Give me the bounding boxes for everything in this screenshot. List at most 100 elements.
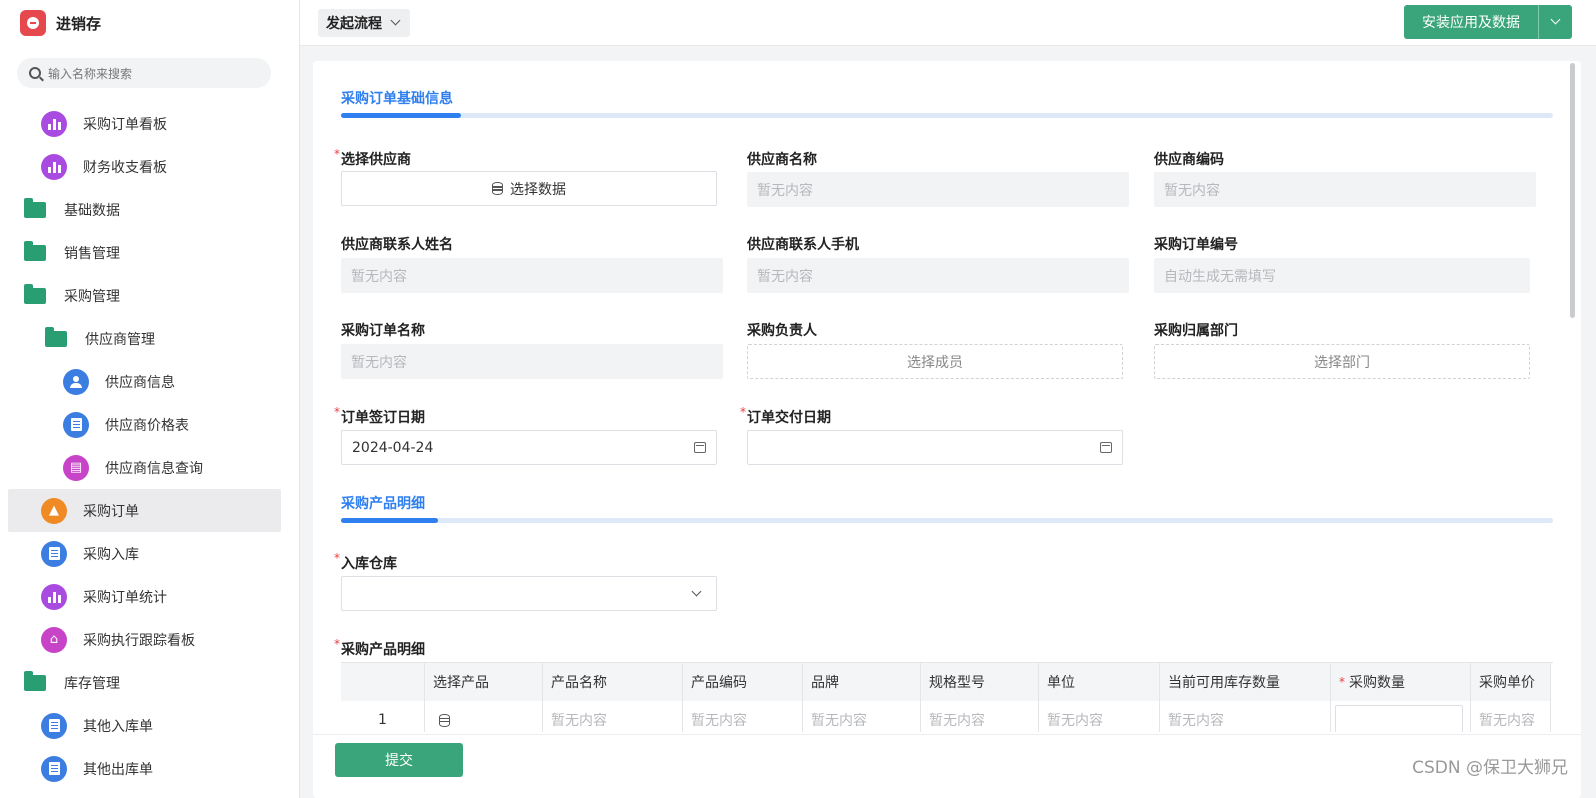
supplier-code-field: 暂无内容 [1154, 172, 1536, 207]
form-panel: 采购订单基础信息 * 选择供应商 选择数据 供应商名称 暂无内容 供应商编码 暂无… [313, 61, 1581, 798]
select-product-cell[interactable] [425, 701, 543, 732]
document-icon [63, 411, 89, 438]
app-logo-icon [20, 10, 46, 36]
contact-name-label: 供应商联系人姓名 [341, 237, 453, 253]
app-header: 进销存 [0, 0, 299, 46]
start-flow-label: 发起流程 [326, 16, 382, 32]
sidebar-item-label: 库存管理 [64, 675, 120, 692]
sidebar-item-supplier-query[interactable]: ▤ 供应商信息查询 [0, 446, 299, 489]
sidebar-item-label: 采购管理 [64, 288, 120, 305]
quantity-input[interactable] [1335, 705, 1463, 732]
sidebar-item-purchase-tracking[interactable]: ⌂ 采购执行跟踪看板 [0, 618, 299, 661]
delivery-date-input[interactable] [747, 430, 1123, 465]
watermark: CSDN @保卫大狮兄 [1412, 758, 1568, 778]
sidebar-item-supplier-price[interactable]: 供应商价格表 [0, 403, 299, 446]
product-table: 选择产品 产品名称 产品编码 品牌 规格型号 单位 当前可用库存数量 * 采购数量… [341, 662, 1553, 732]
unit-cell: 暂无内容 [1039, 701, 1160, 732]
scrollbar[interactable] [1570, 63, 1575, 318]
query-icon: ▤ [63, 454, 89, 481]
order-no-field: 自动生成无需填写 [1154, 258, 1530, 293]
col-product-name: 产品名称 [543, 663, 683, 701]
sidebar-item-purchase-order[interactable]: ▲ 采购订单 [8, 489, 281, 532]
delivery-date-label: * 订单交付日期 [740, 405, 831, 426]
install-app-button[interactable]: 安装应用及数据 [1404, 5, 1538, 39]
dept-label: 采购归属部门 [1154, 323, 1238, 339]
order-icon: ▲ [41, 497, 67, 524]
search-box[interactable]: 输入名称来搜索 [17, 58, 271, 88]
sidebar-item-label: 采购执行跟踪看板 [83, 632, 195, 649]
start-flow-button[interactable]: 发起流程 [318, 9, 410, 37]
calendar-icon [694, 442, 706, 453]
contact-phone-field: 暂无内容 [747, 258, 1129, 293]
sidebar-item-purchase-stats[interactable]: 采购订单统计 [0, 575, 299, 618]
sidebar-item-purchase[interactable]: 采购管理 [0, 274, 299, 317]
chevron-down-icon [390, 15, 401, 26]
supplier-label: * 选择供应商 [334, 147, 411, 168]
sidebar-item-label: 采购入库 [83, 546, 139, 563]
document-icon [41, 540, 67, 567]
sign-date-label: * 订单签订日期 [334, 405, 425, 426]
col-brand: 品牌 [803, 663, 921, 701]
owner-label: 采购负责人 [747, 323, 817, 339]
table-header: 选择产品 产品名称 产品编码 品牌 规格型号 单位 当前可用库存数量 * 采购数量… [341, 663, 1551, 701]
warehouse-select[interactable] [341, 576, 717, 611]
document-icon [41, 755, 67, 782]
table-row: 1 暂无内容 暂无内容 暂无内容 暂无内容 暂无内容 暂无内容 暂无内容 [341, 701, 1551, 732]
chart-icon [41, 153, 67, 180]
col-stock: 当前可用库存数量 [1160, 663, 1331, 701]
folder-icon [24, 197, 46, 218]
top-bar: 发起流程 安装应用及数据 [300, 0, 1596, 46]
sidebar-item-other-inbound[interactable]: 其他入库单 [0, 704, 299, 747]
choose-dept-button[interactable]: 选择部门 [1154, 344, 1530, 379]
contact-name-field: 暂无内容 [341, 258, 723, 293]
sidebar-item-label: 采购订单看板 [83, 116, 167, 133]
section-title-basic: 采购订单基础信息 [341, 91, 453, 107]
choose-member-button[interactable]: 选择成员 [747, 344, 1123, 379]
sidebar-nav: 采购订单看板 财务收支看板 基础数据 销售管理 采购管理 供应商管理 供应商信息 [0, 102, 299, 790]
chevron-down-icon [691, 586, 702, 597]
section-divider [341, 518, 1553, 523]
sidebar-item-purchase-order-board[interactable]: 采购订单看板 [0, 102, 299, 145]
sidebar-item-label: 其他出库单 [83, 761, 153, 778]
sidebar-item-supplier-info[interactable]: 供应商信息 [0, 360, 299, 403]
submit-bar: 提交 [313, 734, 1581, 798]
sidebar-item-supplier-mgmt[interactable]: 供应商管理 [0, 317, 299, 360]
sidebar-item-basic-data[interactable]: 基础数据 [0, 188, 299, 231]
sign-date-value: 2024-04-24 [352, 439, 434, 456]
unit-price-cell: 暂无内容 [1471, 701, 1551, 732]
search-icon [29, 67, 41, 79]
sidebar-item-other-outbound[interactable]: 其他出库单 [0, 747, 299, 790]
supplier-code-label: 供应商编码 [1154, 152, 1224, 168]
sidebar-item-inventory[interactable]: 库存管理 [0, 661, 299, 704]
database-icon [492, 182, 503, 195]
document-icon [41, 712, 67, 739]
submit-button[interactable]: 提交 [335, 743, 463, 777]
folder-open-icon [24, 283, 46, 304]
folder-icon [24, 240, 46, 261]
calendar-icon [1100, 442, 1112, 453]
chart-icon [41, 110, 67, 137]
sidebar-item-sales[interactable]: 销售管理 [0, 231, 299, 274]
supplier-name-label: 供应商名称 [747, 152, 817, 168]
select-supplier-button[interactable]: 选择数据 [341, 171, 717, 206]
search-input[interactable]: 输入名称来搜索 [48, 65, 132, 82]
quantity-cell [1331, 701, 1471, 732]
order-name-field: 暂无内容 [341, 344, 723, 379]
sidebar: 进销存 输入名称来搜索 采购订单看板 财务收支看板 基础数据 销售管理 采购管理… [0, 0, 300, 798]
col-quantity: * 采购数量 [1331, 663, 1471, 701]
supplier-name-field: 暂无内容 [747, 172, 1129, 207]
sign-date-input[interactable]: 2024-04-24 [341, 430, 717, 465]
install-button-group: 安装应用及数据 [1404, 5, 1572, 39]
sidebar-item-purchase-inbound[interactable]: 采购入库 [0, 532, 299, 575]
app-title: 进销存 [56, 14, 102, 33]
section-title-products: 采购产品明细 [341, 496, 425, 512]
chevron-down-icon [1550, 14, 1561, 25]
row-index: 1 [341, 701, 425, 732]
select-supplier-label: 选择数据 [510, 181, 566, 198]
sidebar-item-finance-board[interactable]: 财务收支看板 [0, 145, 299, 188]
install-dropdown-button[interactable] [1538, 5, 1572, 39]
sidebar-item-label: 销售管理 [64, 245, 120, 262]
spec-cell: 暂无内容 [921, 701, 1039, 732]
sidebar-item-label: 供应商信息查询 [105, 460, 203, 477]
sidebar-item-label: 供应商管理 [85, 331, 155, 348]
